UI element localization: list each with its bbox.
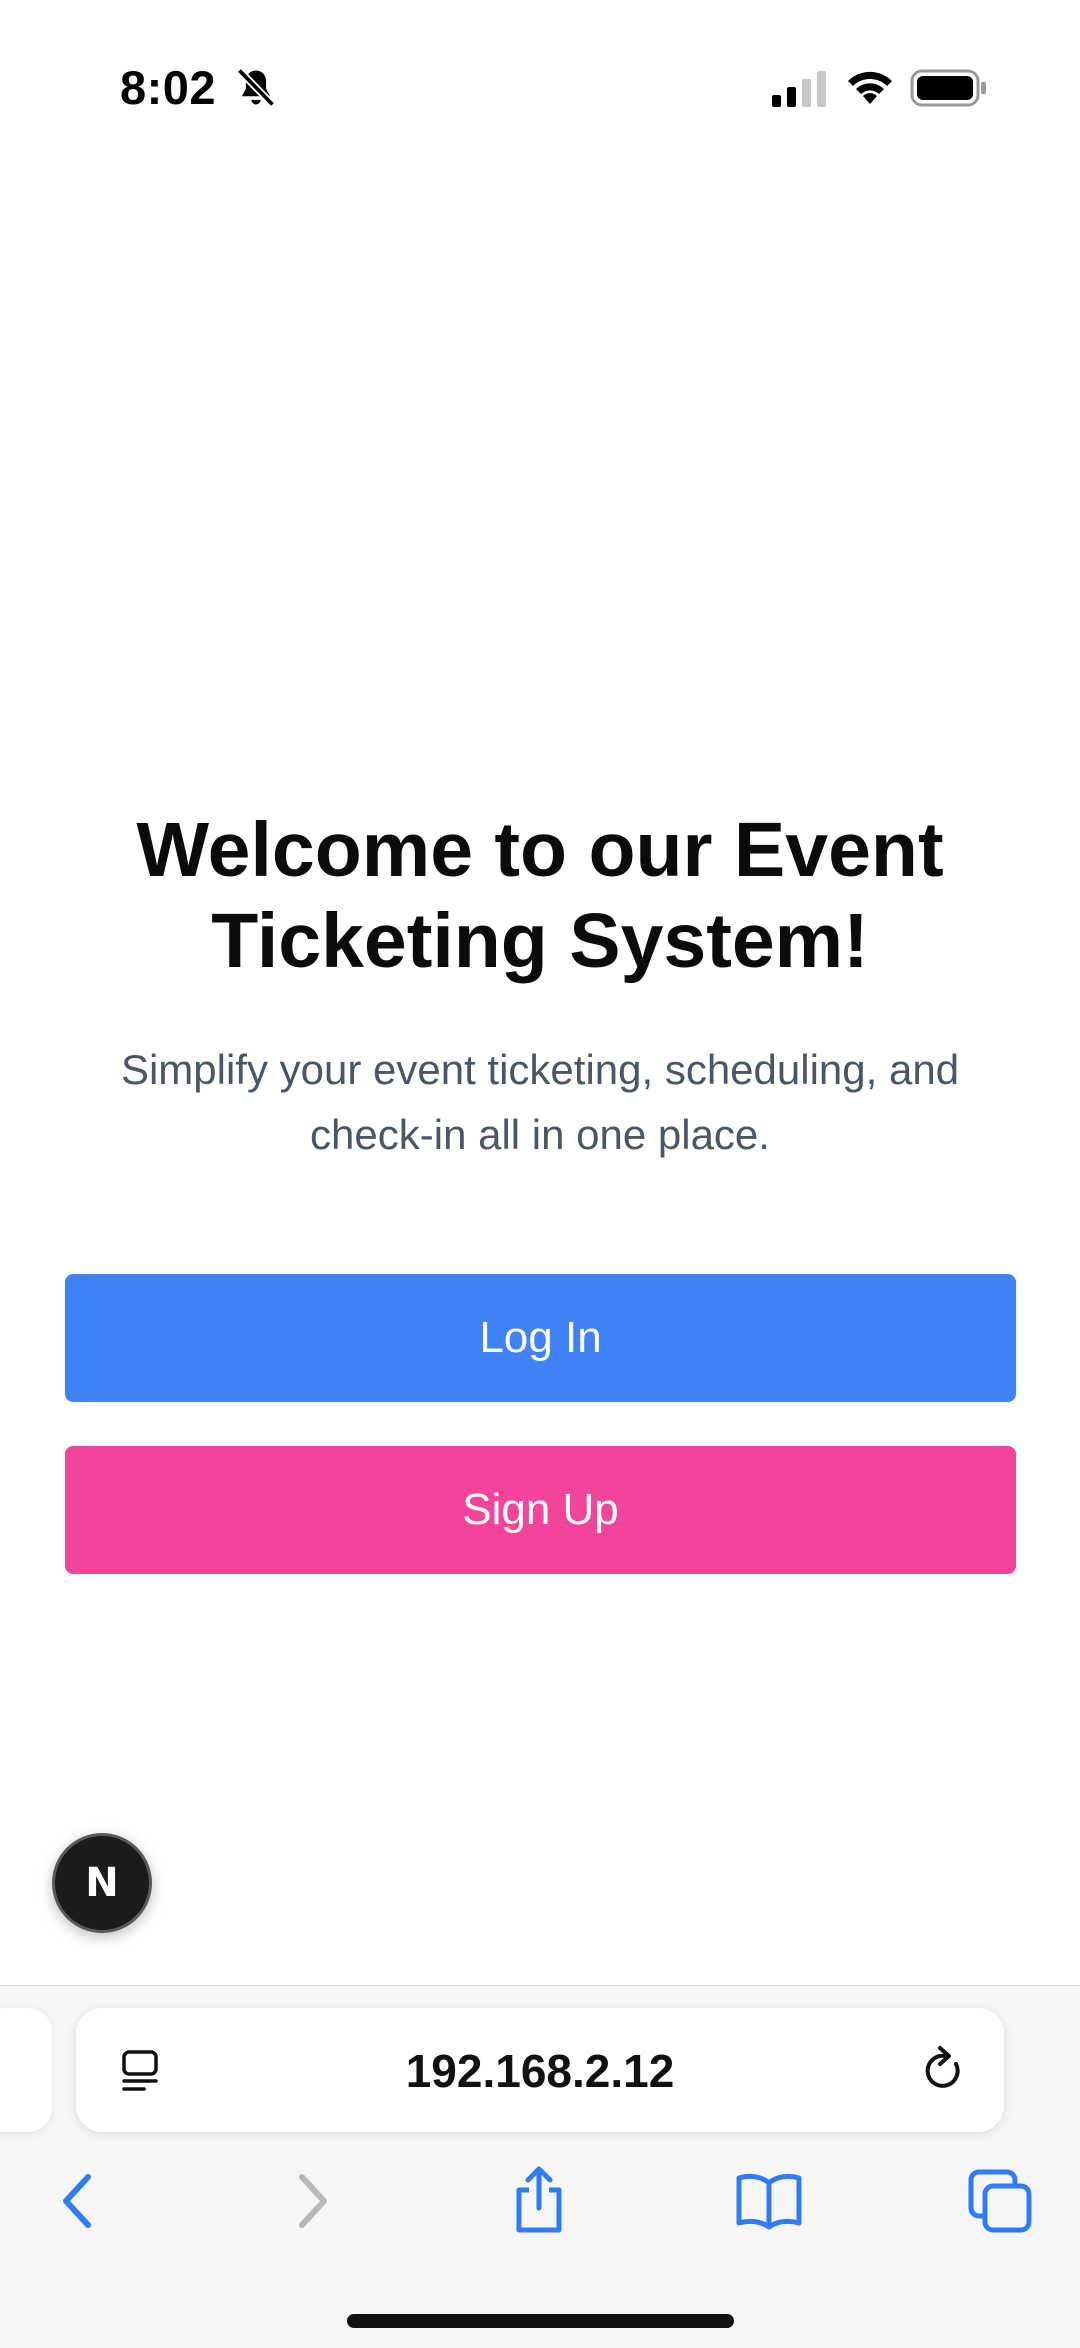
bell-slash-icon — [236, 68, 276, 108]
forward-button[interactable] — [267, 2156, 357, 2246]
tabs-button[interactable] — [955, 2156, 1045, 2246]
forward-icon — [299, 2174, 327, 2228]
signup-button[interactable]: Sign Up — [65, 1446, 1016, 1574]
page-title: Welcome to our Event Ticketing System! — [136, 807, 944, 984]
battery-icon — [910, 69, 986, 107]
back-button[interactable] — [33, 2156, 123, 2246]
share-icon — [516, 2166, 562, 2233]
app-screen: 8:02 Welcome to our Event Ticketing Syst… — [0, 0, 1080, 2348]
browser-chrome: 192.168.2.12 — [0, 1985, 1080, 2348]
nextjs-logo-icon: N — [85, 1860, 119, 1906]
wifi-icon — [848, 71, 892, 104]
page-subtitle: Simplify your event ticketing, schedulin… — [120, 1045, 960, 1158]
bookmarks-icon — [736, 2173, 802, 2230]
tabs-icon — [968, 2169, 1032, 2233]
login-button[interactable]: Log In — [65, 1274, 1016, 1402]
browser-toolbar — [0, 2156, 1080, 2256]
status-time: 8:02 — [120, 61, 217, 114]
status-bar: 8:02 — [0, 0, 1080, 150]
hero-section: Welcome to our Event Ticketing System! S… — [60, 805, 1020, 1167]
previous-tab-preview[interactable] — [0, 2008, 52, 2132]
url-text[interactable]: 192.168.2.12 — [76, 2044, 1004, 2098]
cellular-signal-icon — [772, 71, 826, 107]
address-bar[interactable]: 192.168.2.12 — [76, 2008, 1004, 2132]
back-icon — [63, 2174, 91, 2228]
bookmarks-button[interactable] — [724, 2156, 814, 2246]
reload-icon[interactable] — [918, 2044, 968, 2096]
share-button[interactable] — [494, 2156, 584, 2246]
nextjs-dev-badge[interactable]: N — [52, 1833, 152, 1933]
home-indicator[interactable] — [347, 2314, 734, 2328]
